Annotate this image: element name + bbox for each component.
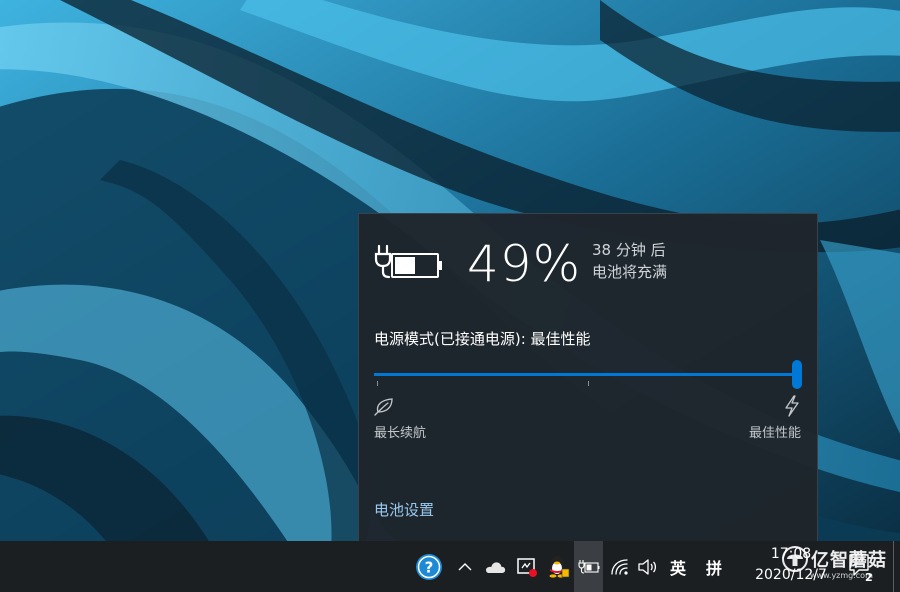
time-remaining: 38 分钟 后 (592, 241, 666, 259)
qq-penguin-icon (549, 555, 570, 578)
leaf-icon (374, 398, 393, 416)
ime-language-indicator[interactable]: 英 (664, 541, 692, 592)
svg-text:?: ? (425, 558, 434, 576)
battery-flyout: 49% 38 分钟 后 电池将充满 电源模式(已接通电源): 最佳性能 最长续航… (358, 213, 818, 541)
slider-max-label: 最佳性能 (748, 426, 801, 441)
monitor-app-icon (517, 557, 537, 577)
battery-settings-link[interactable]: 电池设置 (374, 499, 434, 520)
qq-tray-item[interactable] (544, 541, 572, 592)
power-mode-slider-thumb[interactable] (792, 360, 802, 389)
volume-tray-item[interactable] (634, 541, 662, 592)
watermark-url: www.yzmg.com (810, 571, 873, 580)
ime-mode-indicator[interactable]: 拼 (700, 541, 728, 592)
show-desktop-button[interactable] (893, 541, 894, 592)
help-tray-item[interactable]: ? (412, 541, 446, 592)
onedrive-cloud-icon (486, 561, 506, 573)
mushroom-logo-icon (782, 546, 808, 572)
watermark-brand: 亿智蘑菇 (811, 550, 887, 571)
show-hidden-icons-button[interactable] (454, 541, 476, 592)
app-tray-item[interactable] (513, 541, 541, 592)
taskbar: ? 英 拼 17:08 2020/12/7 2 (0, 541, 900, 592)
slider-tick (588, 381, 589, 386)
charge-status: 电池将充满 (592, 263, 668, 281)
watermark: 亿智蘑菇 (782, 546, 887, 572)
onedrive-tray-item[interactable] (482, 541, 508, 592)
charge-estimate: 38 分钟 后 电池将充满 (592, 239, 667, 283)
plug-battery-icon (374, 244, 442, 279)
bolt-icon (785, 395, 799, 417)
plug-battery-icon (577, 559, 599, 574)
power-mode-label: 电源模式(已接通电源): 最佳性能 (374, 330, 591, 348)
battery-percent: 49% (467, 235, 582, 293)
slider-tick (377, 381, 378, 386)
slider-min-label: 最长续航 (374, 426, 427, 441)
network-tray-item[interactable] (606, 541, 634, 592)
battery-tray-item[interactable] (574, 541, 603, 592)
wifi-icon (611, 558, 628, 575)
help-icon: ? (416, 553, 442, 580)
chevron-up-icon (458, 562, 472, 570)
power-mode-slider-track[interactable] (374, 373, 800, 376)
volume-icon (638, 558, 657, 575)
